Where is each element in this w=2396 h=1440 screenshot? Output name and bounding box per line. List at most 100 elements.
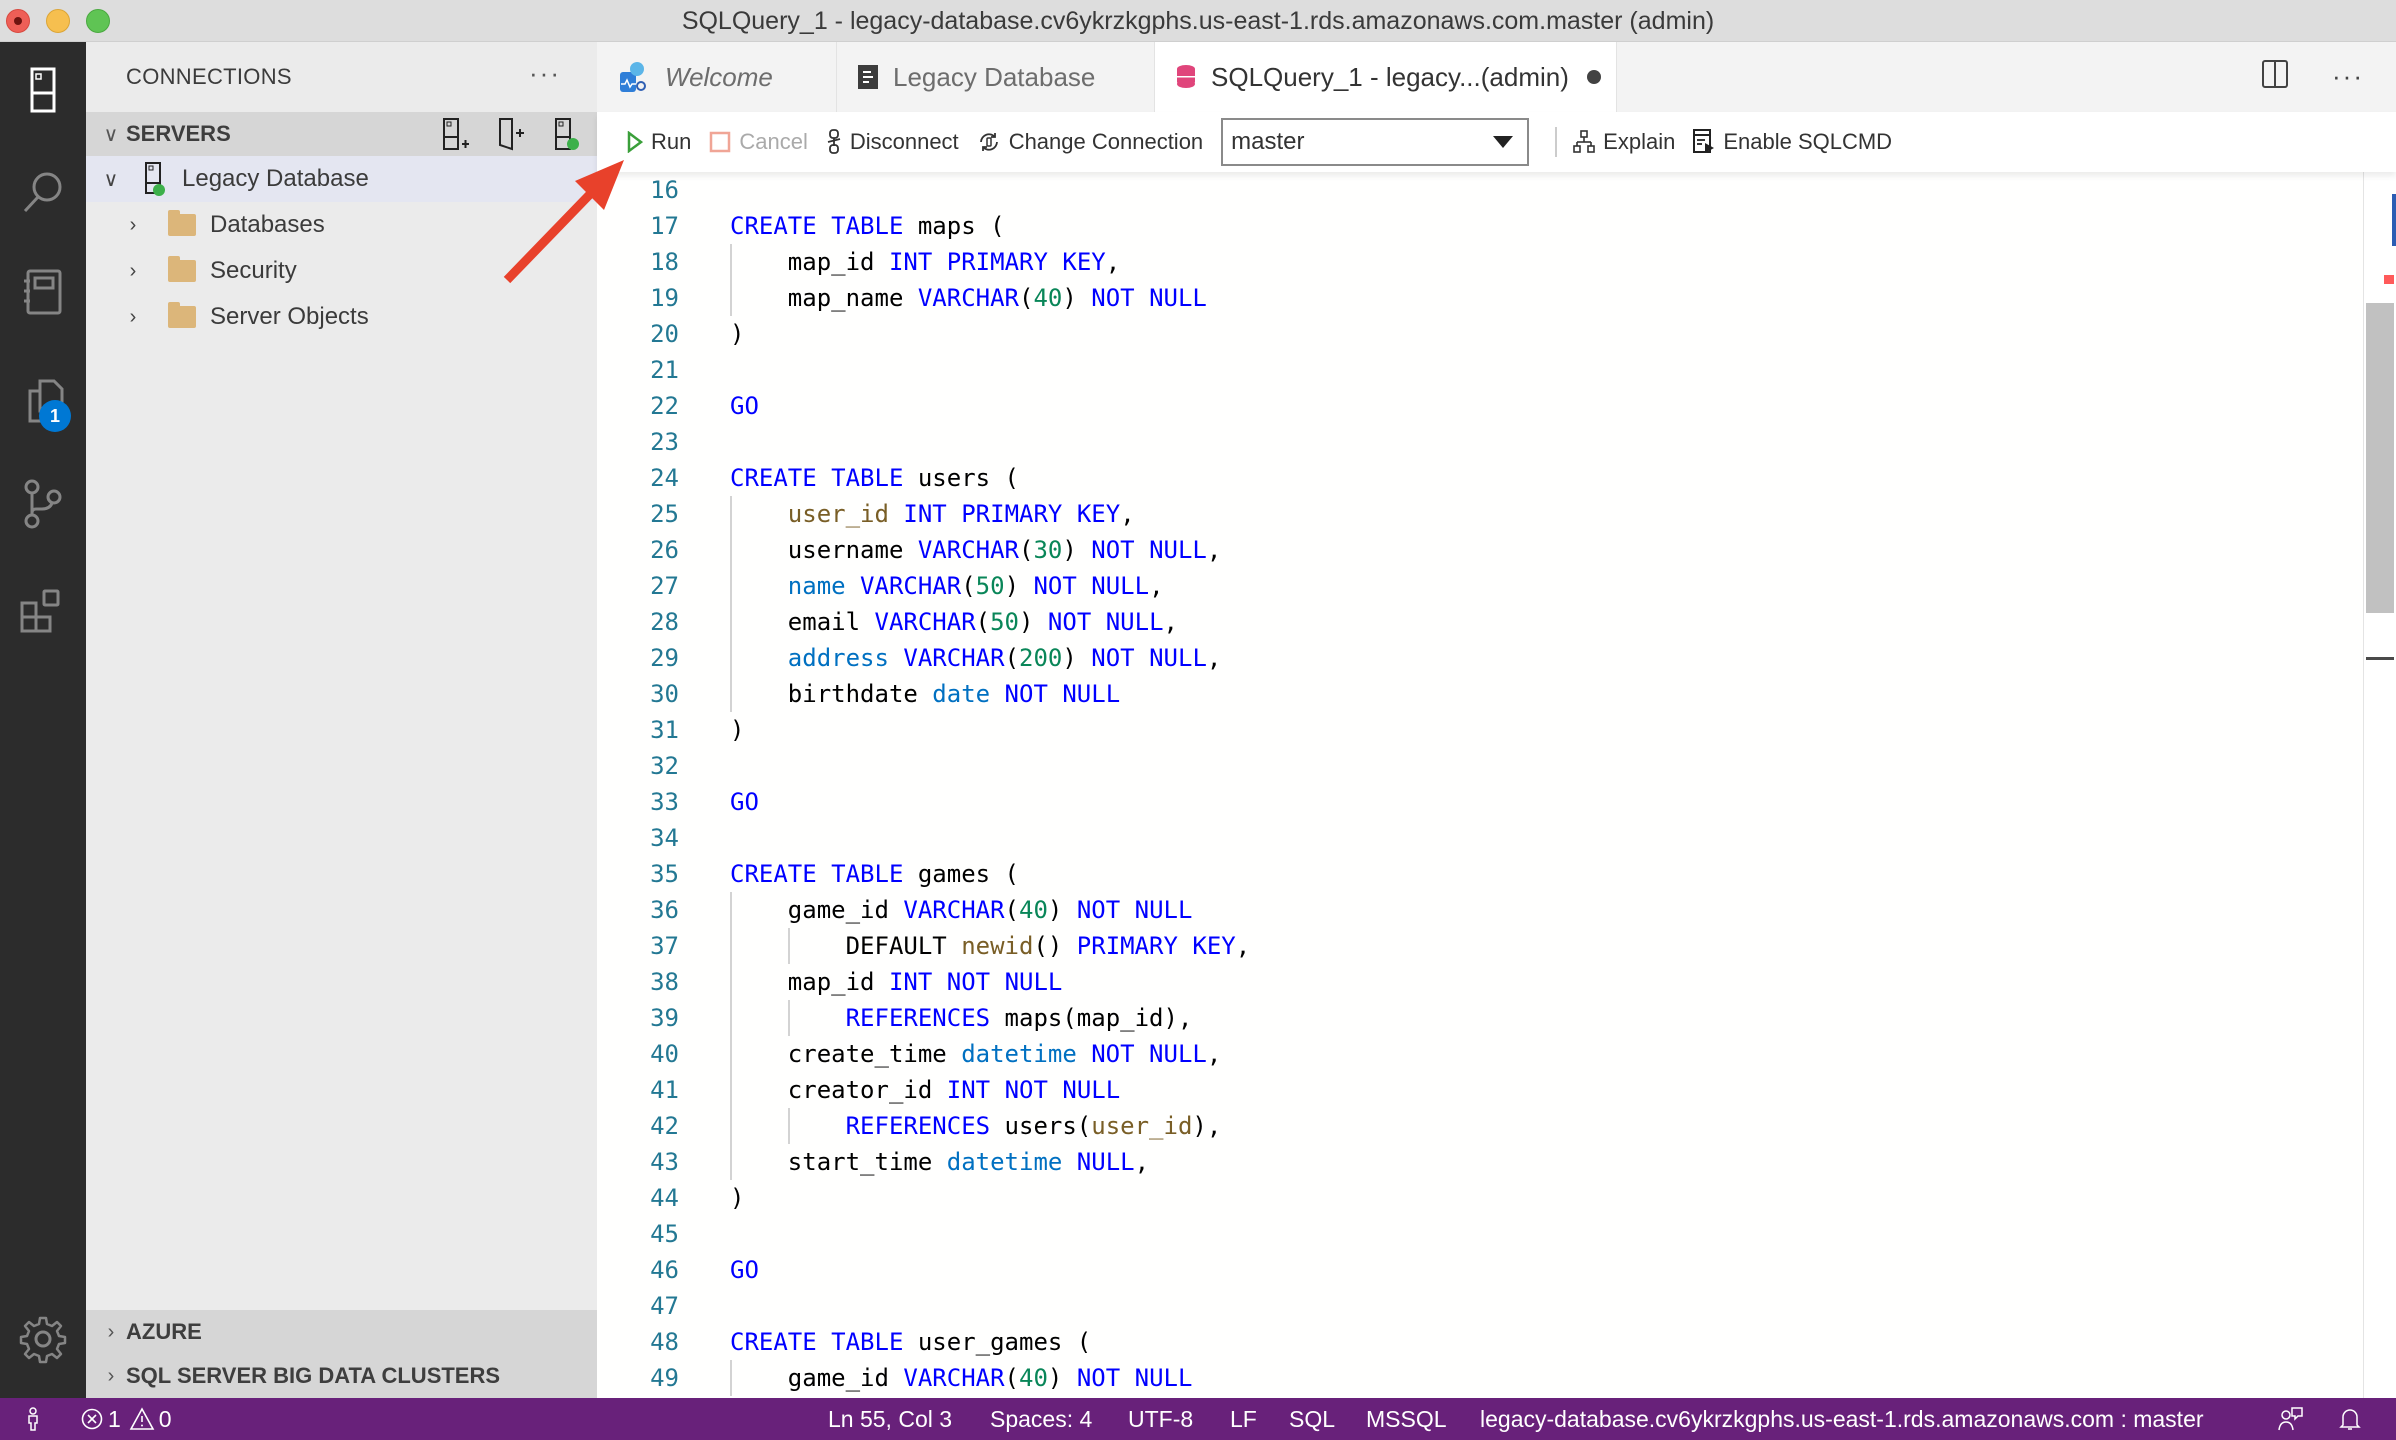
code-line[interactable]: 44) [597, 1180, 2363, 1216]
tree-item-security[interactable]: › Security [86, 248, 597, 294]
code-line[interactable]: 32 [597, 748, 2363, 784]
indent-guide [730, 1108, 732, 1144]
unsaved-changes-dot[interactable] [1586, 70, 1601, 84]
error-icon [81, 1408, 103, 1430]
active-connections-button[interactable] [549, 116, 585, 152]
code-line[interactable]: 27 name VARCHAR(50) NOT NULL, [597, 568, 2363, 604]
code-line[interactable]: 47 [597, 1288, 2363, 1324]
servers-section-header[interactable]: ∨ SERVERS [86, 112, 597, 156]
code-line[interactable]: 49 game_id VARCHAR(40) NOT NULL [597, 1360, 2363, 1396]
code-line[interactable]: 20) [597, 316, 2363, 352]
code-line[interactable]: 46 GO [597, 1252, 2363, 1288]
code-line[interactable]: 29 address VARCHAR(200) NOT NULL, [597, 640, 2363, 676]
tree-item-databases[interactable]: › Databases [86, 202, 597, 248]
code-line[interactable]: 39 REFERENCES maps(map_id), [597, 1000, 2363, 1036]
activity-extensions[interactable] [13, 582, 73, 642]
notifications-button[interactable] [2338, 1398, 2362, 1440]
change-connection-button[interactable]: Change Connection [977, 129, 1203, 155]
provider-status[interactable]: MSSQL [1366, 1398, 1447, 1440]
code-line[interactable]: 19 map_name VARCHAR(40) NOT NULL [597, 280, 2363, 316]
indentation-status[interactable]: Spaces: 4 [990, 1398, 1092, 1440]
enable-sqlcmd-button[interactable]: Enable SQLCMD [1693, 129, 1892, 155]
line-number: 44 [650, 1184, 679, 1212]
code-line[interactable]: 48 CREATE TABLE user_games ( [597, 1324, 2363, 1360]
explain-button[interactable]: Explain [1573, 129, 1675, 155]
activity-notebooks[interactable] [13, 262, 73, 322]
code-text: REFERENCES users(user_id), [730, 1108, 1222, 1144]
code-line[interactable]: 28 email VARCHAR(50) NOT NULL, [597, 604, 2363, 640]
code-token: 50 [990, 608, 1020, 636]
code-line[interactable]: 30 birthdate date NOT NULL [597, 676, 2363, 712]
code-line[interactable]: 18 map_id INT PRIMARY KEY, [597, 244, 2363, 280]
code-line[interactable]: 42 REFERENCES users(user_id), [597, 1108, 2363, 1144]
code-text: GO [730, 388, 759, 424]
code-text: GO [730, 784, 759, 820]
code-token: ( [961, 572, 976, 600]
new-connection-button[interactable] [437, 116, 473, 152]
warning-count: 0 [158, 1405, 172, 1432]
tab-welcome[interactable]: Welcome [597, 42, 837, 112]
code-text: CREATE TABLE maps ( [730, 208, 1005, 244]
disconnect-button[interactable]: Disconnect [826, 129, 959, 155]
code-line[interactable]: 33 GO [597, 784, 2363, 820]
code-line[interactable]: 24 CREATE TABLE users ( [597, 460, 2363, 496]
code-line[interactable]: 17 CREATE TABLE maps ( [597, 208, 2363, 244]
chevron-right-icon: › [129, 259, 137, 282]
code-line[interactable]: 36 game_id VARCHAR(40) NOT NULL [597, 892, 2363, 928]
code-line[interactable]: 25 user_id INT PRIMARY KEY, [597, 496, 2363, 532]
code-line[interactable]: 40 create_time datetime NOT NULL, [597, 1036, 2363, 1072]
accounts-status-item[interactable] [26, 1398, 40, 1440]
language-mode-status[interactable]: SQL [1289, 1398, 1335, 1440]
code-line[interactable]: 21 [597, 352, 2363, 388]
code-token: 30 [1033, 536, 1063, 564]
code-line[interactable]: 45 [597, 1216, 2363, 1252]
split-editor-button[interactable] [2262, 60, 2289, 93]
eol-status[interactable]: LF [1230, 1398, 1257, 1440]
activity-explorer[interactable]: 1 [13, 372, 73, 432]
sqlcmd-label: Enable SQLCMD [1723, 129, 1893, 154]
connection-status[interactable]: legacy-database.cv6ykrzkgphs.us-east-1.r… [1480, 1398, 2204, 1440]
code-token: PRIMARY [961, 500, 1063, 528]
code-line[interactable]: 26 username VARCHAR(30) NOT NULL, [597, 532, 2363, 568]
run-button[interactable]: Run [627, 129, 691, 155]
encoding-status[interactable]: UTF-8 [1128, 1398, 1193, 1440]
code-token: maps ( [903, 212, 1005, 240]
feedback-button[interactable] [2276, 1398, 2304, 1440]
code-line[interactable]: 31) [597, 712, 2363, 748]
new-server-group-button[interactable] [493, 116, 529, 152]
tree-item-legacy-database[interactable]: ∨ Legacy Database [86, 156, 597, 202]
activity-connections[interactable] [13, 60, 73, 120]
activity-search[interactable] [13, 162, 73, 222]
editor-scrollbar-thumb[interactable] [2366, 303, 2394, 613]
code-line[interactable]: 38 map_id INT NOT NULL [597, 964, 2363, 1000]
cancel-button[interactable]: Cancel [709, 129, 808, 155]
tab-sqlquery-1[interactable]: SQLQuery_1 - legacy...(admin) [1155, 42, 1617, 112]
tab-legacy-database[interactable]: Legacy Database [837, 42, 1155, 112]
code-text: DEFAULT newid() PRIMARY KEY, [730, 928, 1251, 964]
code-token: TABLE [831, 1328, 904, 1356]
azure-section-header[interactable]: › AZURE [86, 1310, 597, 1354]
code-line[interactable]: 23 [597, 424, 2363, 460]
problems-status-item[interactable]: 1 0 [80, 1398, 172, 1440]
sidebar-more-actions-button[interactable]: ··· [529, 58, 561, 89]
code-line[interactable]: 35 CREATE TABLE games ( [597, 856, 2363, 892]
code-line[interactable]: 16 [597, 172, 2363, 208]
line-number: 24 [650, 464, 679, 492]
code-line[interactable]: 34 [597, 820, 2363, 856]
big-data-clusters-section-header[interactable]: › SQL SERVER BIG DATA CLUSTERS [86, 1354, 597, 1398]
code-token: NULL [1149, 1040, 1207, 1068]
cursor-position-status[interactable]: Ln 55, Col 3 [828, 1398, 952, 1440]
code-line[interactable]: 37 DEFAULT newid() PRIMARY KEY, [597, 928, 2363, 964]
editor-more-actions-button[interactable]: ··· [2332, 61, 2364, 92]
tree-item-server-objects[interactable]: › Server Objects [86, 294, 597, 340]
sql-editor[interactable]: 16 17 CREATE TABLE maps (18 map_id INT PRI… [597, 172, 2363, 1398]
activity-settings[interactable] [13, 1309, 73, 1369]
code-line[interactable]: 43 start_time datetime NULL, [597, 1144, 2363, 1180]
code-line[interactable]: 41 creator_id INT NOT NULL [597, 1072, 2363, 1108]
line-number: 47 [650, 1292, 679, 1320]
code-line[interactable]: 22 GO [597, 388, 2363, 424]
database-select[interactable]: master [1221, 118, 1530, 166]
code-token: CREATE [730, 1328, 817, 1356]
activity-source-control[interactable] [13, 474, 73, 534]
